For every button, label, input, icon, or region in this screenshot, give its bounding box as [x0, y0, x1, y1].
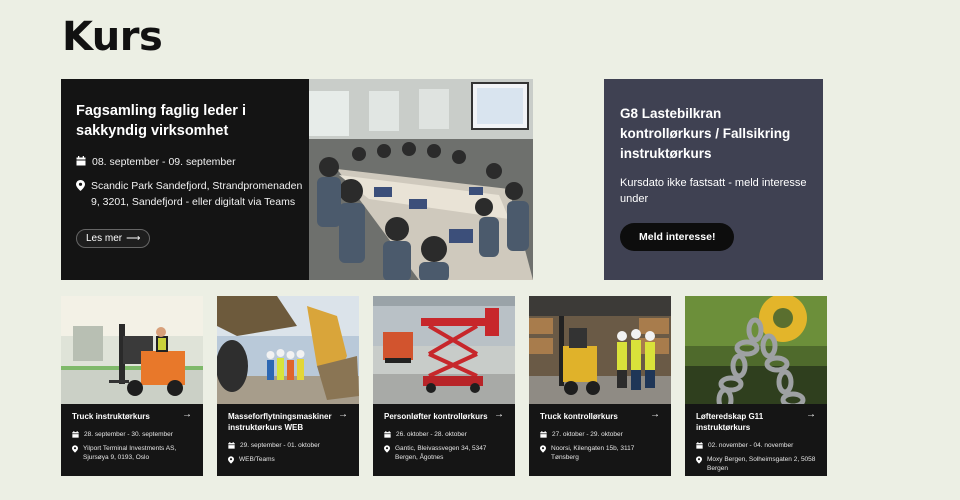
course-card-list: Truck instruktørkurs → 28. september - 3…	[61, 296, 827, 476]
scissor-lift-illustration	[373, 296, 515, 404]
conference-photo	[309, 79, 533, 280]
course-card-location-text: Moxy Bergen, Solheimsgaten 2, 5058 Berge…	[707, 456, 816, 472]
course-card-body: Personløfter kontrollørkurs → 26. oktobe…	[373, 404, 515, 462]
arrow-right-icon[interactable]: →	[338, 409, 348, 420]
warehouse-forklift-photo	[529, 296, 671, 404]
interest-course-title: G8 Lastebilkran kontrollørkurs / Fallsik…	[620, 106, 791, 161]
course-card-title: Personløfter kontrollørkurs	[384, 412, 488, 421]
course-card-location-text: WEB/Teams	[239, 456, 275, 463]
excavator-illustration	[217, 296, 359, 404]
course-card-date-text: 27. oktober - 29. oktober	[552, 431, 623, 438]
calendar-icon	[540, 431, 547, 438]
conference-photo-illustration	[309, 79, 533, 280]
course-card-location: Gantic, Bleivassvegen 34, 5347 Bergen, Å…	[384, 444, 504, 462]
course-card-date: 27. oktober - 29. oktober	[540, 430, 660, 439]
interest-course-text: Kursdato ikke fastsatt - meld interesse …	[620, 177, 807, 205]
course-card[interactable]: Masseforflytningsmaskiner instruktørkurs…	[217, 296, 359, 476]
course-card-body: Masseforflytningsmaskiner instruktørkurs…	[217, 404, 359, 464]
course-card-location-text: Noorsi, Kilengaten 15b, 3117 Tønsberg	[551, 445, 635, 461]
course-card-title: Masseforflytningsmaskiner instruktørkurs…	[228, 412, 332, 432]
course-card[interactable]: Truck kontrollørkurs → 27. oktober - 29.…	[529, 296, 671, 476]
location-pin-icon	[72, 445, 78, 453]
arrow-right-icon[interactable]: →	[806, 409, 816, 420]
calendar-icon	[696, 442, 703, 449]
course-card-location: WEB/Teams	[228, 455, 348, 464]
arrow-right-icon[interactable]: →	[650, 409, 660, 420]
course-card-title: Løfteredskap G11 instruktørkurs	[696, 412, 764, 432]
course-card-location: Yilport Terminal Investments AS, Sjursøy…	[72, 444, 192, 462]
course-card-date-text: 29. september - 01. oktober	[240, 442, 320, 449]
course-card-date-text: 28. september - 30. september	[84, 431, 173, 438]
course-card-location: Noorsi, Kilengaten 15b, 3117 Tønsberg	[540, 444, 660, 462]
location-pin-icon	[76, 180, 85, 191]
course-card-title: Truck kontrollørkurs	[540, 412, 618, 421]
arrow-right-icon[interactable]: →	[494, 409, 504, 420]
chain-hook-photo	[685, 296, 827, 404]
excavator-photo	[217, 296, 359, 404]
course-card[interactable]: Truck instruktørkurs → 28. september - 3…	[61, 296, 203, 476]
warehouse-forklift-illustration	[529, 296, 671, 404]
arrow-right-icon: ⟶	[126, 233, 141, 244]
read-more-label: Les mer	[86, 233, 123, 244]
course-card[interactable]: Løfteredskap G11 instruktørkurs → 02. no…	[685, 296, 827, 476]
course-card-body: Truck instruktørkurs → 28. september - 3…	[61, 404, 203, 462]
interest-course-card: G8 Lastebilkran kontrollørkurs / Fallsik…	[604, 79, 823, 280]
featured-course-text: Fagsamling faglig leder i sakkyndig virk…	[61, 79, 309, 280]
featured-course-date-text: 08. september - 09. september	[92, 156, 236, 168]
featured-course-date: 08. september - 09. september	[76, 154, 309, 170]
featured-course-location: Scandic Park Sandefjord, Strandpromenade…	[76, 178, 309, 210]
course-card-body: Løfteredskap G11 instruktørkurs → 02. no…	[685, 404, 827, 473]
featured-course-title[interactable]: Fagsamling faglig leder i sakkyndig virk…	[76, 101, 301, 141]
course-card[interactable]: Personløfter kontrollørkurs → 26. oktobe…	[373, 296, 515, 476]
location-pin-icon	[384, 445, 390, 453]
featured-course-location-text: Scandic Park Sandefjord, Strandpromenade…	[91, 180, 303, 208]
course-card-location: Moxy Bergen, Solheimsgaten 2, 5058 Berge…	[696, 455, 816, 473]
calendar-icon	[384, 431, 391, 438]
course-card-date: 29. september - 01. oktober	[228, 441, 348, 450]
course-card-location-text: Gantic, Bleivassvegen 34, 5347 Bergen, Å…	[395, 445, 487, 461]
course-card-date: 26. oktober - 28. oktober	[384, 430, 504, 439]
location-pin-icon	[228, 456, 234, 464]
course-card-date-text: 02. november - 04. november	[708, 442, 794, 449]
read-more-button[interactable]: Les mer ⟶	[76, 229, 151, 248]
location-pin-icon	[696, 456, 702, 464]
scissor-lift-photo	[373, 296, 515, 404]
course-card-body: Truck kontrollørkurs → 27. oktober - 29.…	[529, 404, 671, 462]
chain-hook-illustration	[685, 296, 827, 404]
calendar-icon	[72, 431, 79, 438]
course-card-date-text: 26. oktober - 28. oktober	[396, 431, 467, 438]
location-pin-icon	[540, 445, 546, 453]
calendar-icon	[76, 156, 86, 166]
course-card-title: Truck instruktørkurs	[72, 412, 150, 421]
course-card-location-text: Yilport Terminal Investments AS, Sjursøy…	[83, 445, 177, 461]
calendar-icon	[228, 442, 235, 449]
featured-course-card[interactable]: Fagsamling faglig leder i sakkyndig virk…	[61, 79, 533, 280]
course-card-date: 28. september - 30. september	[72, 430, 192, 439]
forklift-illustration	[61, 296, 203, 404]
forklift-photo	[61, 296, 203, 404]
arrow-right-icon[interactable]: →	[182, 409, 192, 420]
register-interest-button[interactable]: Meld interesse!	[620, 223, 735, 251]
course-card-date: 02. november - 04. november	[696, 441, 816, 450]
page-title: Kurs	[62, 14, 163, 60]
